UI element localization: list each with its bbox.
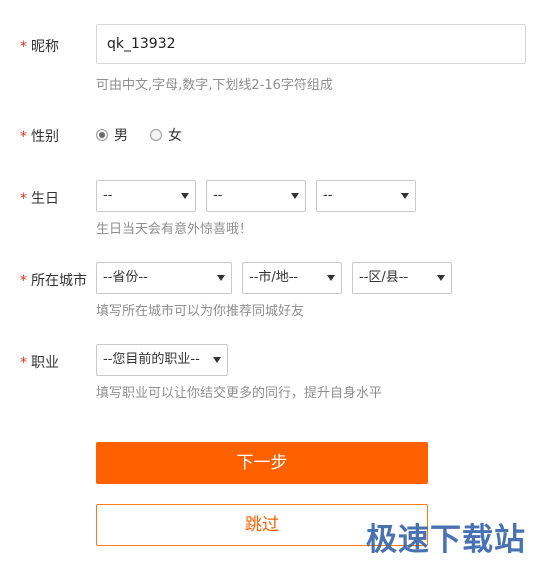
nickname-label: * 昵称	[20, 39, 59, 55]
gender-female-radio[interactable]: 女	[150, 125, 182, 145]
nickname-input[interactable]: qk_13932	[96, 24, 526, 64]
city-hint: 填写所在城市可以为你推荐同城好友	[96, 304, 305, 319]
nickname-hint: 可由中文,字母,数字,下划线2-16字符组成	[96, 78, 333, 93]
required-mark: *	[20, 355, 27, 371]
chevron-down-icon	[401, 193, 409, 199]
required-mark: *	[20, 129, 27, 145]
city-label: * 所在城市	[20, 273, 87, 289]
radio-unchecked-icon	[150, 129, 162, 141]
gender-female-label: 女	[168, 128, 182, 144]
district-select[interactable]: --区/县--	[352, 262, 452, 294]
job-hint: 填写职业可以让你结交更多的同行，提升自身水平	[96, 386, 383, 401]
next-step-button[interactable]: 下一步	[96, 442, 428, 484]
chevron-down-icon	[327, 275, 335, 281]
birthday-year-select[interactable]: --	[96, 180, 196, 212]
required-mark: *	[20, 273, 27, 289]
gender-male-radio[interactable]: 男	[96, 125, 128, 145]
birthday-month-select[interactable]: --	[206, 180, 306, 212]
chevron-down-icon	[437, 275, 445, 281]
birthday-label: * 生日	[20, 191, 59, 207]
chevron-down-icon	[217, 275, 225, 281]
chevron-down-icon	[291, 193, 299, 199]
radio-checked-icon	[96, 129, 108, 141]
province-select[interactable]: --省份--	[96, 262, 232, 294]
city-select[interactable]: --市/地--	[242, 262, 342, 294]
gender-male-label: 男	[114, 128, 128, 144]
watermark-logo: 极速下载站	[366, 522, 526, 558]
birthday-hint: 生日当天会有意外惊喜哦！	[96, 222, 253, 237]
job-label: * 职业	[20, 355, 59, 371]
gender-radio-group: 男 女	[96, 125, 204, 145]
required-mark: *	[20, 191, 27, 207]
job-select[interactable]: --您目前的职业--	[96, 344, 228, 376]
gender-label: * 性别	[20, 129, 59, 145]
required-mark: *	[20, 39, 27, 55]
chevron-down-icon	[181, 193, 189, 199]
birthday-day-select[interactable]: --	[316, 180, 416, 212]
profile-form: * 昵称 qk_13932 可由中文,字母,数字,下划线2-16字符组成 * 性别 …	[0, 0, 542, 566]
chevron-down-icon	[213, 357, 221, 363]
